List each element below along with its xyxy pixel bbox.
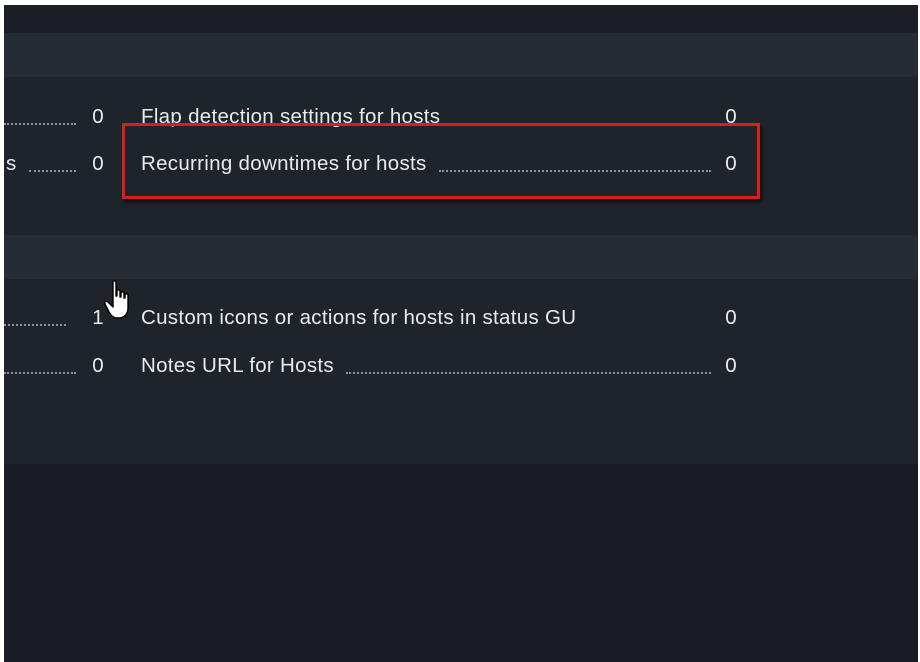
list-item-count: 0 [725,306,737,329]
list-item-count: 0 [92,354,104,377]
list-item-count: 1 [92,306,104,329]
section-header-2 [4,235,918,279]
dot-leader [345,372,711,374]
top-bar [4,5,918,33]
section-body-2: 1 0 Custom icons or actions for hosts in… [4,279,918,464]
dot-leader [4,372,76,374]
list-item[interactable]: 1 [4,306,104,330]
highlight-box [122,123,760,199]
list-item[interactable]: Notes URL for Hosts 0 [141,354,737,378]
dot-leader [4,324,66,326]
list-item-count: 0 [725,354,737,377]
dot-leader [4,123,76,125]
list-item-label[interactable]: Notes URL for Hosts [141,354,334,378]
hand-pointer-icon [104,280,129,319]
list-item[interactable]: 0 [4,354,104,378]
list-item-label[interactable]: Custom icons or actions for hosts in sta… [141,306,576,330]
empty-area [4,464,918,662]
section-header-1 [4,33,918,77]
dot-leader [28,170,76,172]
list-item-count: 0 [92,105,104,128]
list-item[interactable]: s 0 [4,152,104,176]
list-item[interactable]: 0 [4,105,104,129]
list-item-count: 0 [92,152,104,175]
app-frame: 0 s 0 Flap detection settings for hosts … [4,5,918,662]
list-item[interactable]: Custom icons or actions for hosts in sta… [141,306,737,330]
list-item-label: s [6,152,17,175]
